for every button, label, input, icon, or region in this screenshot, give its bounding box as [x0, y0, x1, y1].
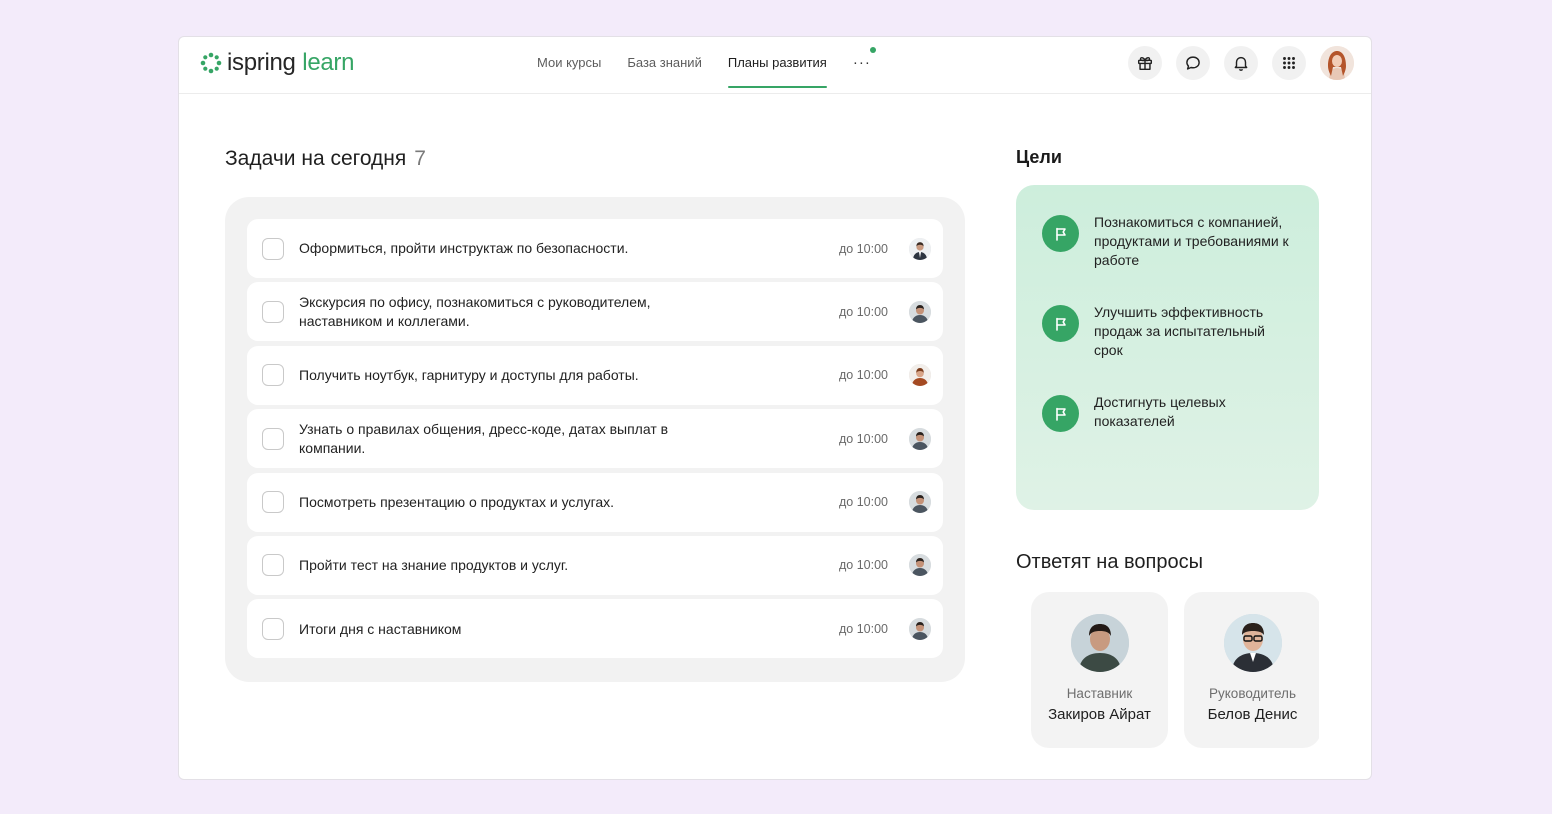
top-header: ispring learn Мои курсы База знаний План…	[179, 37, 1371, 94]
contact-photo	[1223, 614, 1282, 672]
chat-icon	[1186, 56, 1200, 70]
contacts-heading: Ответят на вопросы	[1016, 551, 1203, 573]
nav-my-courses[interactable]: Мои курсы	[524, 37, 614, 94]
contacts-carousel: Наставник Закиров Айрат Руководитель Бел…	[1031, 592, 1319, 748]
assignee-avatar[interactable]	[909, 554, 931, 577]
flag-icon	[1042, 305, 1079, 342]
goal-text: Улучшить эффективность продаж за испытат…	[1094, 304, 1266, 358]
task-text: Экскурсия по офису, познакомиться с руко…	[299, 294, 651, 329]
header-actions	[1128, 46, 1354, 80]
task-due: до 10:00	[839, 368, 888, 383]
tasks-list: Оформиться, пройти инструктаж по безопас…	[225, 197, 965, 682]
task-text: Итоги дня с наставником	[299, 620, 462, 637]
task-item[interactable]: Посмотреть презентацию о продуктах и усл…	[247, 472, 943, 532]
nav-knowledge-base[interactable]: База знаний	[614, 37, 715, 94]
contact-card-manager[interactable]: Руководитель Белов Денис	[1184, 592, 1319, 748]
apps-button[interactable]	[1272, 46, 1306, 80]
gift-icon	[1137, 56, 1153, 71]
contact-name: Закиров Айрат	[1048, 706, 1151, 723]
task-due: до 10:00	[839, 558, 888, 573]
app-window: ispring learn Мои курсы База знаний План…	[178, 36, 1372, 780]
task-due: до 10:00	[839, 431, 888, 446]
task-text: Получить ноутбук, гарнитуру и доступы дл…	[299, 367, 639, 384]
assignee-avatar[interactable]	[909, 491, 931, 514]
task-checkbox[interactable]	[262, 237, 284, 260]
task-item[interactable]: Узнать о правилах общения, дресс-коде, д…	[247, 409, 943, 469]
task-due: до 10:00	[839, 304, 888, 319]
task-text: Узнать о правилах общения, дресс-коде, д…	[299, 421, 669, 456]
task-item[interactable]: Пройти тест на знание продуктов и услуг.…	[247, 535, 943, 595]
assignee-avatar[interactable]	[909, 300, 931, 323]
assignee-avatar[interactable]	[909, 237, 931, 260]
goal-item[interactable]: Улучшить эффективность продаж за испытат…	[1016, 304, 1319, 395]
logo-mark-icon	[200, 52, 222, 74]
logo-word-ispring: ispring	[227, 49, 296, 76]
goal-item[interactable]: Достигнуть целевых показателей	[1016, 394, 1319, 485]
chat-button[interactable]	[1176, 46, 1210, 80]
more-dots-icon: ···	[852, 54, 871, 71]
flag-icon	[1042, 395, 1079, 432]
bell-icon	[1234, 56, 1248, 71]
task-checkbox[interactable]	[262, 364, 284, 387]
goals-heading: Цели	[1016, 147, 1062, 167]
apps-grid-icon	[1283, 57, 1295, 69]
goal-text: Познакомиться с компанией, продуктами и …	[1094, 214, 1289, 268]
tasks-title: Задачи на сегодня	[225, 147, 407, 170]
task-due: до 10:00	[839, 621, 888, 636]
task-checkbox[interactable]	[262, 300, 284, 323]
goal-text: Достигнуть целевых показателей	[1094, 394, 1226, 429]
task-checkbox[interactable]	[262, 617, 284, 640]
assignee-avatar[interactable]	[909, 617, 931, 640]
nav-more-button[interactable]: ···	[840, 37, 884, 94]
contact-photo	[1070, 614, 1129, 672]
task-item[interactable]: Экскурсия по офису, познакомиться с руко…	[247, 282, 943, 342]
task-item[interactable]: Получить ноутбук, гарнитуру и доступы дл…	[247, 345, 943, 405]
task-due: до 10:00	[839, 241, 888, 256]
tasks-heading: Задачи на сегодня 7	[225, 147, 426, 171]
user-avatar-image	[1320, 46, 1354, 80]
task-text: Оформиться, пройти инструктаж по безопас…	[299, 240, 629, 257]
nav-development-plans[interactable]: Планы развития	[715, 37, 840, 94]
flag-icon	[1042, 215, 1079, 252]
contact-name: Белов Денис	[1207, 706, 1298, 723]
task-item[interactable]: Итоги дня с наставником до 10:00	[247, 599, 943, 659]
contact-role: Наставник	[1066, 686, 1133, 701]
task-text: Пройти тест на знание продуктов и услуг.	[299, 557, 569, 574]
tasks-count: 7	[414, 147, 426, 170]
task-checkbox[interactable]	[262, 491, 284, 514]
main-nav: Мои курсы База знаний Планы развития ···	[524, 37, 884, 94]
goals-panel: Познакомиться с компанией, продуктами и …	[1016, 185, 1319, 510]
goal-item[interactable]: Познакомиться с компанией, продуктами и …	[1016, 214, 1319, 305]
assignee-avatar[interactable]	[909, 427, 931, 450]
notifications-button[interactable]	[1224, 46, 1258, 80]
logo-word-learn: learn	[302, 49, 355, 76]
ispring-learn-logo[interactable]: ispring learn	[200, 49, 354, 77]
contact-role: Руководитель	[1209, 686, 1296, 701]
task-item[interactable]: Оформиться, пройти инструктаж по безопас…	[247, 219, 943, 278]
notification-dot	[869, 47, 876, 53]
gift-button[interactable]	[1128, 46, 1162, 80]
assignee-avatar[interactable]	[909, 364, 931, 387]
user-avatar[interactable]	[1320, 46, 1354, 80]
task-text: Посмотреть презентацию о продуктах и усл…	[299, 493, 615, 510]
task-checkbox[interactable]	[262, 427, 284, 450]
contact-card-mentor[interactable]: Наставник Закиров Айрат	[1031, 592, 1168, 748]
task-checkbox[interactable]	[262, 554, 284, 577]
task-due: до 10:00	[839, 495, 888, 510]
